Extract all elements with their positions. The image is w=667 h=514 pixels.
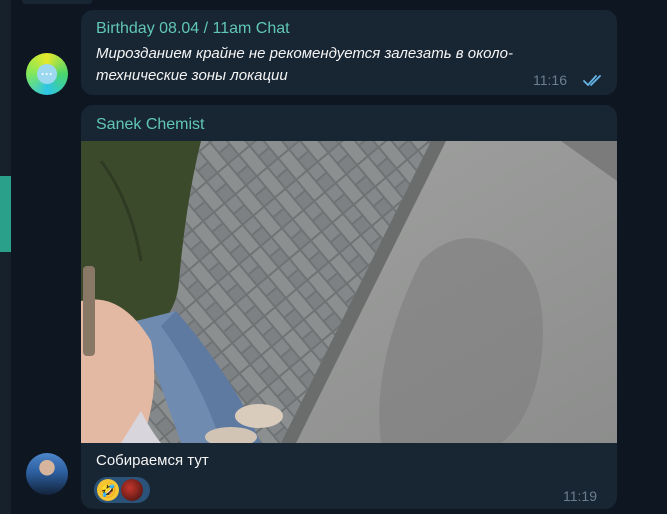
message-time: 11:16: [533, 72, 567, 88]
reactor-avatar: [121, 479, 143, 501]
selected-chat-indicator: [0, 176, 11, 252]
photo-image: [81, 141, 617, 443]
avatar[interactable]: ···: [26, 53, 68, 95]
reactions-bar[interactable]: 🤣: [94, 477, 150, 503]
sender-name[interactable]: Sanek Chemist: [96, 116, 205, 134]
reaction-emoji[interactable]: 🤣: [97, 479, 119, 501]
message-bubble[interactable]: Birthday 08.04 / 11am Chat Мирозданием к…: [81, 10, 617, 95]
chat-bubble-icon: ···: [37, 64, 57, 84]
photo-caption: Собираемся тут: [96, 452, 209, 469]
avatar[interactable]: [26, 453, 68, 495]
message-text: Мирозданием крайне не рекомендуется зале…: [96, 45, 513, 84]
message-time: 11:19: [563, 488, 597, 504]
photo-attachment[interactable]: [81, 141, 617, 443]
chat-area: ··· Birthday 08.04 / 11am Chat Мироздани…: [0, 0, 667, 514]
double-check-icon: [583, 75, 601, 86]
message-bubble[interactable]: Sanek Chemist Собираемся тут 🤣 11:19: [81, 105, 617, 509]
chat-list-edge: [0, 0, 11, 514]
sender-name[interactable]: Birthday 08.04 / 11am Chat: [96, 20, 290, 38]
previous-message-fragment: [22, 0, 92, 4]
